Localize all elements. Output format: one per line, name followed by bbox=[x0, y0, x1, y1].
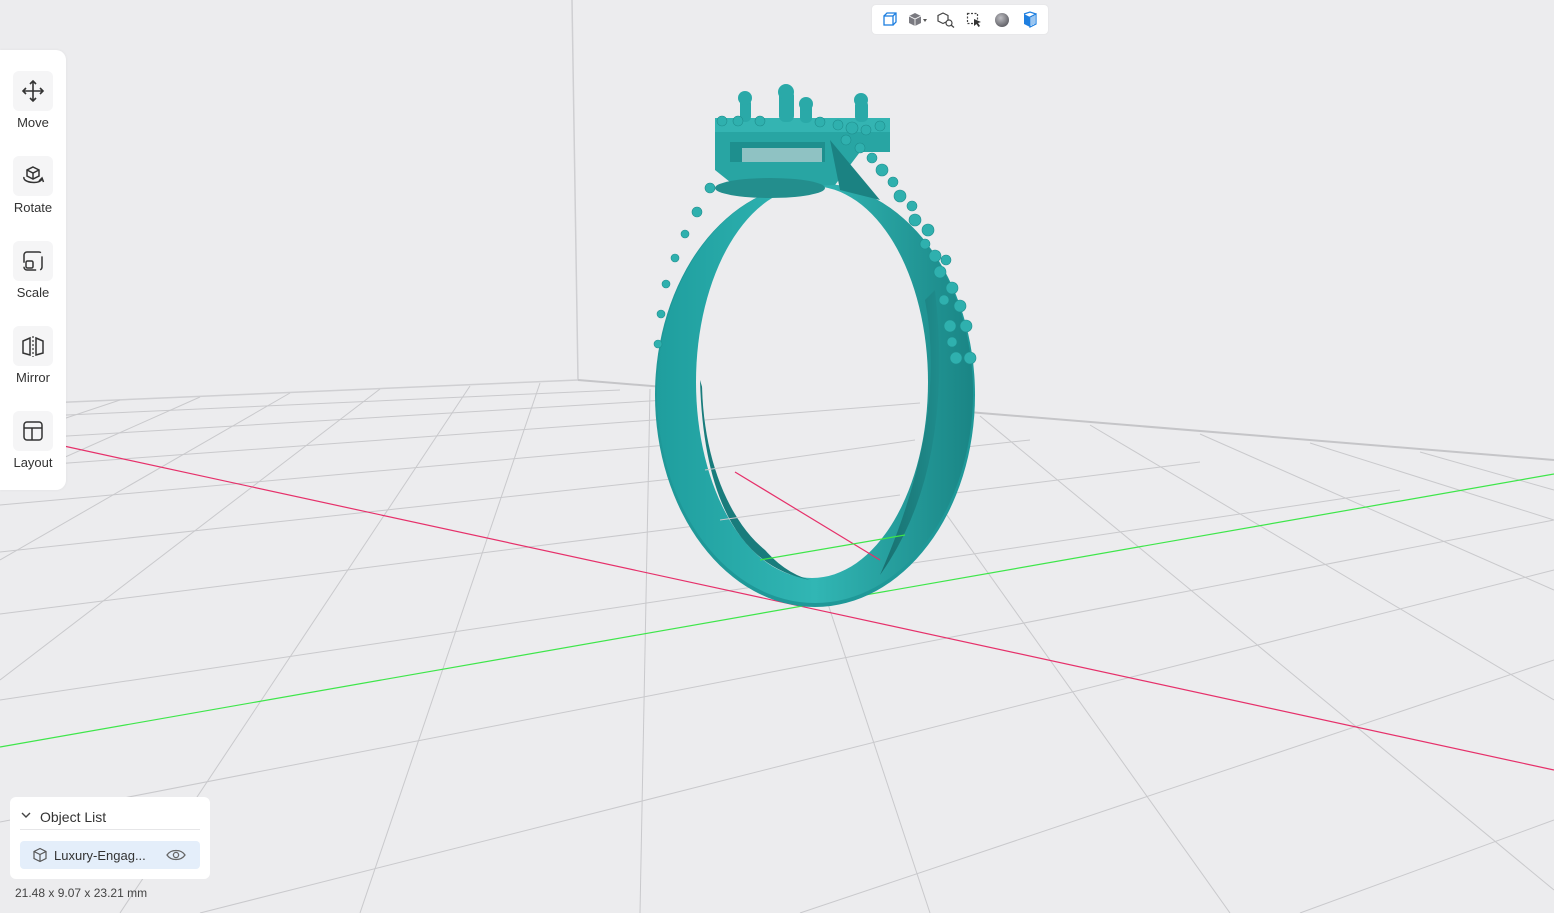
ring-model[interactable] bbox=[653, 84, 977, 607]
layout-icon bbox=[13, 411, 53, 451]
shading-mode-icon[interactable] bbox=[991, 9, 1013, 31]
zoom-fit-icon[interactable] bbox=[935, 9, 957, 31]
chevron-down-icon bbox=[20, 808, 32, 826]
layout-label: Layout bbox=[13, 455, 53, 470]
view-toolbar bbox=[872, 5, 1048, 34]
mirror-tool[interactable]: Mirror bbox=[0, 326, 66, 398]
move-label: Move bbox=[17, 115, 49, 130]
tool-panel: Move Rotate Scale Mirror Layout bbox=[0, 50, 66, 490]
scale-tool[interactable]: Scale bbox=[0, 241, 66, 313]
back-wall-floor-edge bbox=[0, 379, 579, 406]
rotate-label: Rotate bbox=[13, 200, 53, 215]
rotate-tool[interactable]: Rotate bbox=[0, 156, 66, 228]
object-cube-icon bbox=[32, 847, 48, 863]
model-dimensions: 21.48 x 9.07 x 23.21 mm bbox=[15, 886, 148, 900]
back-wall-edge bbox=[571, 0, 579, 381]
scale-icon bbox=[13, 241, 53, 281]
object-list-title: Object List bbox=[40, 809, 107, 825]
object-list-panel: Object List Luxury-Engag... bbox=[10, 797, 210, 879]
perspective-view-icon[interactable] bbox=[879, 9, 901, 31]
standard-views-icon[interactable] bbox=[907, 9, 929, 31]
mirror-icon bbox=[13, 326, 53, 366]
mirror-label: Mirror bbox=[16, 370, 50, 385]
object-list-item[interactable]: Luxury-Engag... bbox=[20, 841, 200, 869]
rotate-icon bbox=[13, 156, 53, 196]
move-icon bbox=[13, 71, 53, 111]
layout-tool[interactable]: Layout bbox=[0, 411, 66, 483]
scale-label: Scale bbox=[16, 285, 50, 300]
xray-view-icon[interactable] bbox=[1019, 9, 1041, 31]
move-tool[interactable]: Move bbox=[0, 71, 66, 143]
3d-viewport[interactable]: Move Rotate Scale Mirror Layout Object L… bbox=[0, 0, 1554, 913]
select-mode-icon[interactable] bbox=[963, 9, 985, 31]
object-name: Luxury-Engag... bbox=[54, 847, 146, 863]
eye-icon[interactable] bbox=[166, 848, 186, 862]
build-plate-scene[interactable] bbox=[0, 0, 1554, 913]
object-list-header[interactable]: Object List bbox=[20, 805, 200, 830]
